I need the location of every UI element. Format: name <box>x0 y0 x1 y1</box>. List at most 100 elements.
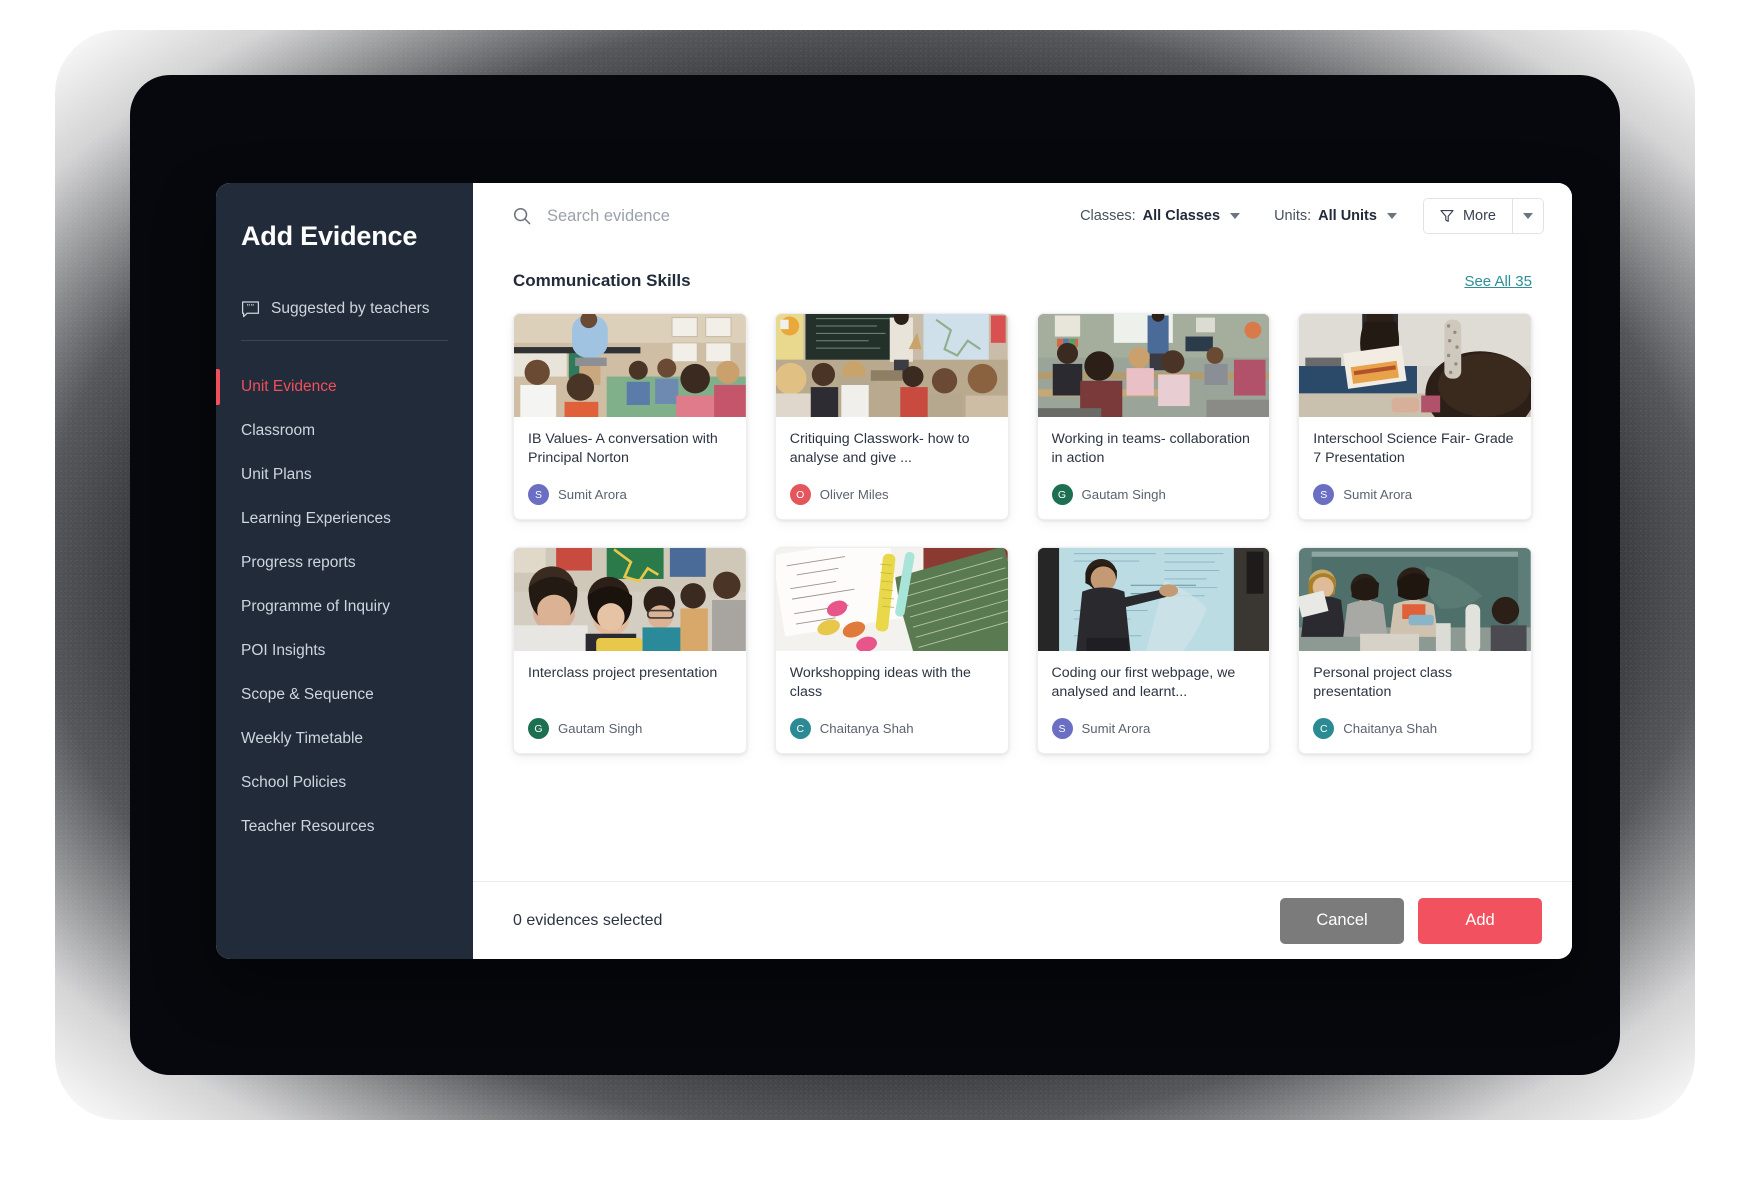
avatar: G <box>528 718 549 739</box>
filter-funnel-icon <box>1440 209 1454 223</box>
card-body: IB Values- A conversation with Principal… <box>514 417 746 519</box>
search-icon <box>513 207 531 225</box>
card-title: IB Values- A conversation with Principal… <box>528 431 718 466</box>
avatar: O <box>789 484 811 505</box>
card-author: G Gautam Singh <box>1051 484 1256 505</box>
chevron-down-icon <box>1230 213 1241 219</box>
evidence-grid: IB Values- A conversation with Principal… <box>513 313 1532 754</box>
sidebar-nav: Unit Evidence Classroom Unit Plans Learn… <box>216 365 473 849</box>
card-thumbnail <box>775 548 1008 651</box>
card-thumbnail <box>1037 314 1270 417</box>
main-panel: Classes: All Classes Units: All Units <box>473 183 1572 959</box>
card-author: G Gautam Singh <box>528 718 732 739</box>
card-author: O Oliver Miles <box>789 484 994 505</box>
evidence-card[interactable]: Working in teams- collaboration in actio… <box>1036 313 1271 520</box>
cancel-button[interactable]: Cancel <box>1280 897 1404 944</box>
toolbar: Classes: All Classes Units: All Units <box>473 183 1572 249</box>
sidebar: Add Evidence ” ” Suggested by teachers U… <box>216 183 473 959</box>
more-dropdown-toggle[interactable] <box>1512 199 1543 233</box>
card-thumbnail <box>1037 548 1270 651</box>
sidebar-item-suggested-by-teachers[interactable]: ” ” Suggested by teachers <box>216 300 473 318</box>
evidence-card[interactable]: Critiquing Classwork- how to analyse and… <box>774 313 1009 520</box>
classes-filter[interactable]: Classes: All Classes <box>1080 208 1241 224</box>
avatar: C <box>789 718 811 739</box>
card-body: Interschool Science Fair- Grade 7 Presen… <box>1299 417 1531 519</box>
selected-count-label: 0 evidences selected <box>513 911 663 929</box>
add-evidence-modal: Add Evidence ” ” Suggested by teachers U… <box>216 183 1572 959</box>
card-thumbnail <box>1299 314 1531 417</box>
avatar: G <box>1051 484 1073 505</box>
sidebar-item-label: School Policies <box>241 774 347 791</box>
card-body: Coding our first webpage, we analysed an… <box>1038 651 1270 753</box>
add-button[interactable]: Add <box>1418 897 1542 944</box>
evidence-card[interactable]: Coding our first webpage, we analysed an… <box>1036 547 1271 754</box>
sidebar-item-unit-evidence[interactable]: Unit Evidence <box>216 365 473 409</box>
card-body: Workshopping ideas with the class C Chai… <box>776 651 1008 753</box>
sidebar-item-classroom[interactable]: Classroom <box>216 409 473 453</box>
card-author-name: Gautam Singh <box>558 721 643 736</box>
card-thumbnail <box>775 314 1008 417</box>
card-author: C Chaitanya Shah <box>789 718 994 739</box>
card-author-name: Sumit Arora <box>558 487 627 502</box>
chevron-down-icon <box>1523 213 1533 219</box>
card-author-name: Oliver Miles <box>819 487 889 502</box>
card-author-name: Gautam Singh <box>1081 487 1166 502</box>
evidence-card[interactable]: Workshopping ideas with the class C Chai… <box>774 547 1009 754</box>
card-title: Interclass project presentation <box>528 665 718 681</box>
evidence-card[interactable]: Personal project class presentation C Ch… <box>1298 547 1532 754</box>
evidence-card[interactable]: IB Values- A conversation with Principal… <box>513 313 747 520</box>
card-body: Working in teams- collaboration in actio… <box>1038 417 1270 519</box>
card-author-name: Sumit Arora <box>1081 721 1151 736</box>
see-all-link[interactable]: See All 35 <box>1464 273 1532 290</box>
sidebar-item-scope-and-sequence[interactable]: Scope & Sequence <box>216 673 473 717</box>
page-title: Add Evidence <box>241 221 418 251</box>
sidebar-item-label: POI Insights <box>241 642 326 659</box>
search-field-wrap[interactable] <box>513 205 1065 227</box>
sidebar-item-label: Progress reports <box>241 554 356 571</box>
units-filter-label: Units: <box>1274 208 1312 224</box>
more-button[interactable]: More <box>1423 199 1512 233</box>
evidence-card[interactable]: Interclass project presentation G Gautam… <box>513 547 747 754</box>
sidebar-item-programme-of-inquiry[interactable]: Programme of Inquiry <box>216 585 473 629</box>
card-title: Critiquing Classwork- how to analyse and… <box>789 431 970 466</box>
units-filter-value: All Units <box>1318 208 1377 224</box>
sidebar-item-progress-reports[interactable]: Progress reports <box>216 541 473 585</box>
svg-text:”: ” <box>251 302 255 311</box>
section-header: Communication Skills See All 35 <box>513 271 1532 291</box>
sidebar-item-label: Unit Evidence <box>241 378 337 395</box>
card-title: Coding our first webpage, we analysed an… <box>1051 665 1236 700</box>
sidebar-item-teacher-resources[interactable]: Teacher Resources <box>216 805 473 849</box>
card-body: Interclass project presentation G Gautam… <box>514 651 746 753</box>
classes-filter-value: All Classes <box>1142 208 1221 224</box>
card-thumbnail <box>514 548 746 651</box>
sidebar-item-weekly-timetable[interactable]: Weekly Timetable <box>216 717 473 761</box>
search-input[interactable] <box>545 205 1065 227</box>
card-thumbnail <box>1299 548 1531 651</box>
card-author: S Sumit Arora <box>528 484 732 505</box>
avatar: S <box>528 484 549 505</box>
classes-filter-label: Classes: <box>1080 208 1136 224</box>
card-author-name: Chaitanya Shah <box>819 721 914 736</box>
chevron-down-icon <box>1386 213 1397 219</box>
sidebar-item-label: Weekly Timetable <box>241 730 364 747</box>
card-body: Personal project class presentation C Ch… <box>1299 651 1531 753</box>
quote-bubble-icon: ” ” <box>241 300 260 318</box>
sidebar-item-label: Unit Plans <box>241 466 312 483</box>
more-button-label: More <box>1462 208 1496 224</box>
card-title: Interschool Science Fair- Grade 7 Presen… <box>1313 431 1514 466</box>
evidence-content: Communication Skills See All 35 IB Value… <box>473 249 1572 881</box>
sidebar-item-label: Classroom <box>241 422 316 439</box>
card-title: Workshopping ideas with the class <box>789 665 971 700</box>
evidence-card[interactable]: Interschool Science Fair- Grade 7 Presen… <box>1298 313 1532 520</box>
modal-footer: 0 evidences selected Cancel Add <box>473 881 1572 959</box>
card-body: Critiquing Classwork- how to analyse and… <box>776 417 1008 519</box>
sidebar-item-learning-experiences[interactable]: Learning Experiences <box>216 497 473 541</box>
sidebar-item-label: Programme of Inquiry <box>241 598 391 615</box>
section-title: Communication Skills <box>513 271 691 290</box>
sidebar-item-unit-plans[interactable]: Unit Plans <box>216 453 473 497</box>
card-title: Personal project class presentation <box>1313 665 1453 700</box>
card-author-name: Sumit Arora <box>1343 487 1413 502</box>
units-filter[interactable]: Units: All Units <box>1274 208 1397 224</box>
sidebar-item-school-policies[interactable]: School Policies <box>216 761 473 805</box>
sidebar-item-poi-insights[interactable]: POI Insights <box>216 629 473 673</box>
